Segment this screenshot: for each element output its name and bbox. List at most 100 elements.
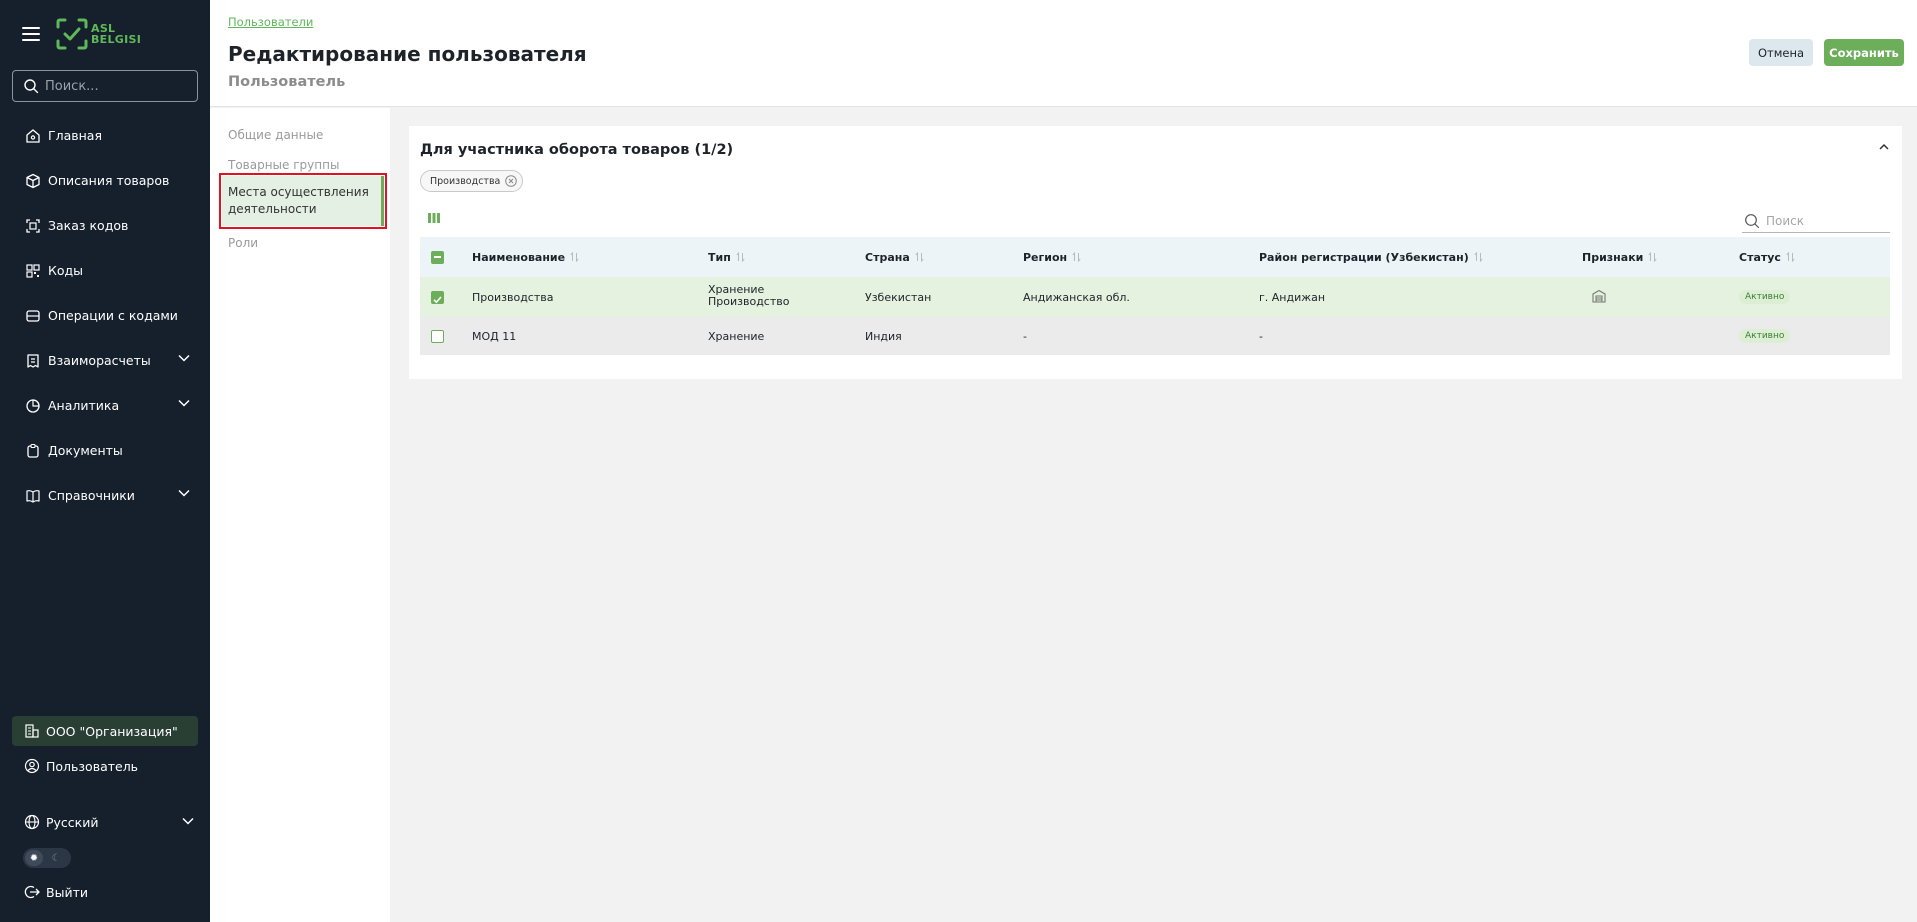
nav-item-product-descriptions[interactable]: Описания товаров [0, 158, 210, 203]
tab-roles[interactable]: Роли [228, 236, 258, 250]
select-all-checkbox[interactable] [431, 250, 444, 264]
chevron-up-icon[interactable] [1877, 142, 1891, 152]
organization-name: ООО "Организация" [46, 723, 178, 739]
language-label: Русский [46, 814, 99, 830]
table-search-input[interactable] [1766, 214, 1876, 228]
chevron-down-icon[interactable] [178, 399, 190, 407]
code-order-icon [24, 217, 42, 235]
sun-icon[interactable]: ✹ [25, 850, 43, 866]
column-label: Регион [1023, 250, 1068, 264]
status-badge: Активно [1739, 290, 1791, 304]
column-status[interactable]: Статус [1739, 251, 1795, 264]
documents-icon [24, 442, 42, 460]
analytics-icon [24, 397, 42, 415]
places-table: Наименование Тип Страна Регион Район рег… [420, 237, 1890, 355]
logo[interactable]: ASL BELGISI [56, 18, 141, 50]
nav-item-settlements[interactable]: Взаиморасчеты [0, 338, 210, 383]
sort-icon[interactable] [1474, 252, 1483, 262]
cancel-button[interactable]: Отмена [1749, 39, 1813, 66]
settlements-icon [24, 352, 42, 370]
sort-icon[interactable] [1648, 252, 1657, 262]
tab-product-groups[interactable]: Товарные группы [228, 158, 339, 172]
filter-chip: Производства [420, 170, 524, 192]
nav-item-code-operations[interactable]: Операции с кодами [0, 293, 210, 338]
search-icon [24, 79, 39, 94]
logo-icon [56, 18, 88, 50]
columns-icon[interactable] [427, 212, 441, 224]
cell-type: Хранение Производство [708, 284, 789, 308]
nav-item-documents[interactable]: Документы [0, 428, 210, 473]
table-search[interactable] [1742, 210, 1890, 233]
sort-icon[interactable] [1072, 252, 1081, 262]
logout-label: Выйти [46, 884, 88, 900]
table-row[interactable]: МОД 11 Хранение Индия - - Активно [420, 317, 1890, 355]
user-icon [24, 758, 40, 774]
nav-item-code-orders[interactable]: Заказ кодов [0, 203, 210, 248]
tab-activity-places[interactable]: Места осуществления деятельности [219, 173, 387, 229]
user-profile[interactable]: Пользователь [24, 758, 138, 774]
search-icon [1745, 214, 1760, 229]
column-name[interactable]: Наименование [472, 251, 579, 264]
cell-country: Узбекистан [865, 290, 932, 304]
cell-region: - [1023, 329, 1027, 343]
sort-icon[interactable] [570, 252, 579, 262]
nav-item-analytics[interactable]: Аналитика [0, 383, 210, 428]
chevron-down-icon[interactable] [178, 354, 190, 362]
box-icon [24, 172, 42, 190]
column-label: Признаки [1582, 250, 1644, 264]
column-region[interactable]: Регион [1023, 251, 1081, 264]
sidebar-search[interactable] [12, 70, 198, 102]
column-type[interactable]: Тип [708, 251, 745, 264]
nav-item-home[interactable]: Главная [0, 113, 210, 158]
nav-item-references[interactable]: Справочники [0, 473, 210, 518]
filter-chip-label: Производства [430, 175, 501, 187]
sort-icon[interactable] [736, 252, 745, 262]
breadcrumb-users[interactable]: Пользователи [228, 15, 313, 29]
nav-item-label: Главная [48, 128, 102, 143]
cell-name: МОД 11 [472, 329, 517, 343]
status-badge: Активно [1739, 329, 1791, 343]
activity-places-card: Для участника оборота товаров (1/2) Прои… [409, 126, 1902, 379]
language-selector[interactable]: Русский [24, 814, 194, 830]
chevron-down-icon [182, 817, 194, 825]
cell-district: г. Андижан [1259, 290, 1326, 304]
type-line: Производство [708, 295, 790, 308]
tab-general-data[interactable]: Общие данные [228, 128, 323, 142]
column-country[interactable]: Страна [865, 251, 924, 264]
column-label: Статус [1739, 250, 1781, 264]
moon-icon[interactable]: ☾ [47, 850, 65, 866]
table-row[interactable]: Производства Хранение Производство Узбеки… [420, 277, 1890, 317]
menu-icon[interactable] [22, 27, 40, 41]
nav-item-label: Операции с кодами [48, 308, 178, 323]
save-button[interactable]: Сохранить [1824, 39, 1904, 66]
logout-button[interactable]: Выйти [24, 884, 88, 900]
table-header: Наименование Тип Страна Регион Район рег… [420, 237, 1890, 277]
nav-item-codes[interactable]: Коды [0, 248, 210, 293]
column-district[interactable]: Район регистрации (Узбекистан) [1259, 251, 1483, 264]
page-header: Пользователи Редактирование пользователя… [210, 0, 1917, 107]
main-nav: Главная Описания товаров Заказ кодов Код… [0, 113, 210, 518]
row-checkbox[interactable] [431, 329, 444, 343]
column-label: Тип [708, 250, 731, 264]
sidebar: ASL BELGISI Главная Описания товаров Зак… [0, 0, 210, 922]
logo-text: ASL BELGISI [91, 23, 141, 45]
nav-item-label: Документы [48, 443, 123, 458]
close-icon[interactable] [505, 175, 518, 187]
user-name: Пользователь [46, 758, 139, 774]
column-label: Страна [865, 250, 910, 264]
chevron-down-icon[interactable] [178, 489, 190, 497]
row-checkbox[interactable] [431, 290, 444, 304]
column-signs[interactable]: Признаки [1582, 251, 1657, 264]
cell-name: Производства [472, 290, 554, 304]
theme-toggle[interactable]: ✹ ☾ [23, 848, 71, 868]
section-nav: Общие данные Товарные группы Места осуще… [210, 108, 390, 922]
organization-selector[interactable]: ООО "Организация" [12, 716, 198, 746]
logout-icon [24, 884, 40, 900]
cell-district: - [1259, 329, 1263, 343]
sort-icon[interactable] [915, 252, 924, 262]
sort-icon[interactable] [1786, 252, 1795, 262]
nav-item-label: Описания товаров [48, 173, 170, 188]
sidebar-search-input[interactable] [45, 78, 185, 94]
codes-icon [24, 262, 42, 280]
check-icon [433, 295, 442, 303]
